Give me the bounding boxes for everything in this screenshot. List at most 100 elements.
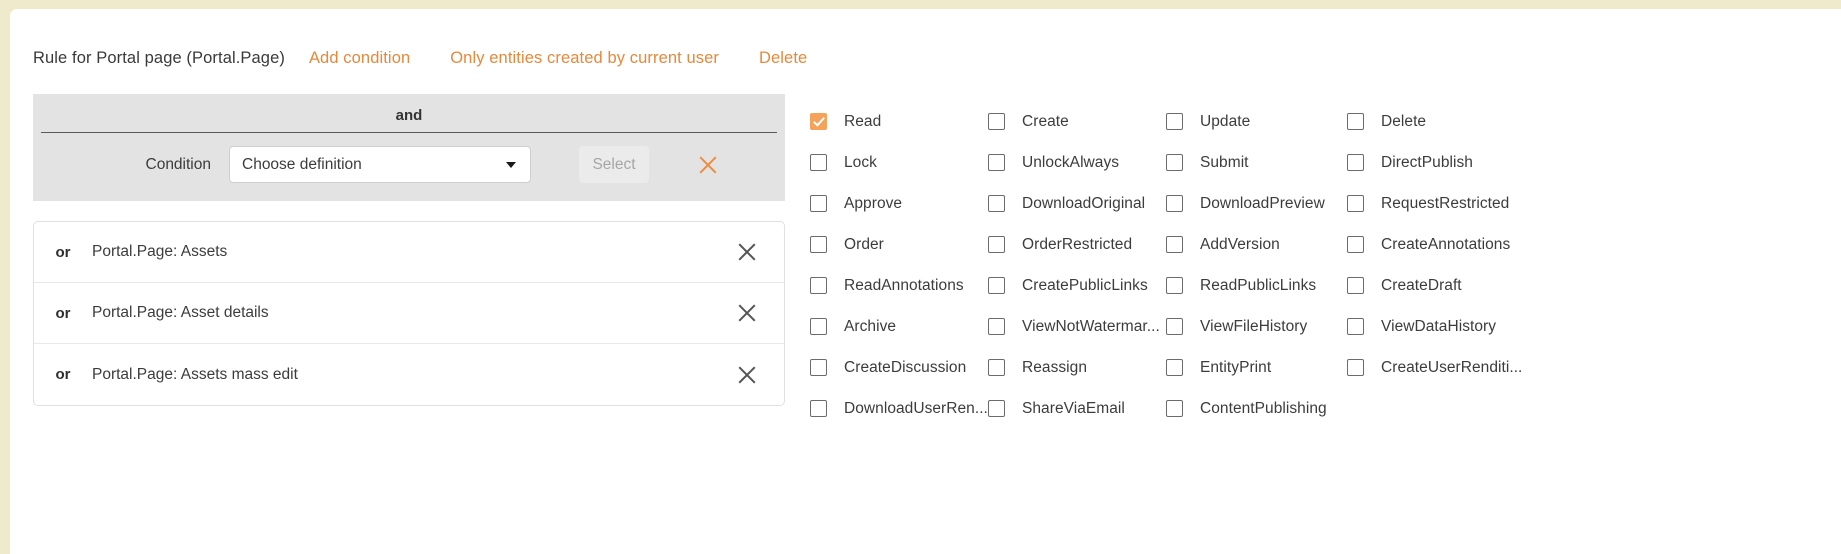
- permission-item[interactable]: RequestRestricted: [1347, 183, 1547, 224]
- checkbox-icon[interactable]: [988, 359, 1005, 376]
- permission-item[interactable]: ReadAnnotations: [810, 265, 988, 306]
- permission-item[interactable]: DirectPublish: [1347, 142, 1547, 183]
- only-entities-link[interactable]: Only entities created by current user: [450, 49, 719, 68]
- and-group-panel: and Condition Choose definition Select: [33, 94, 785, 201]
- permission-item[interactable]: Update: [1166, 101, 1347, 142]
- condition-row: Condition Choose definition Select: [33, 133, 785, 196]
- checkbox-icon[interactable]: [1166, 113, 1183, 130]
- permission-label: UnlockAlways: [1022, 153, 1120, 171]
- checkbox-icon[interactable]: [810, 359, 827, 376]
- permission-item[interactable]: ViewFileHistory: [1166, 306, 1347, 347]
- checkbox-icon[interactable]: [988, 318, 1005, 335]
- or-conditions-list: or Portal.Page: Assets or Portal.Page: A…: [33, 221, 785, 406]
- checkbox-icon[interactable]: [1347, 154, 1364, 171]
- checkbox-icon[interactable]: [1166, 195, 1183, 212]
- checkbox-icon[interactable]: [810, 277, 827, 294]
- permission-label: Order: [844, 235, 884, 253]
- permission-label: RequestRestricted: [1381, 194, 1510, 212]
- checkbox-icon[interactable]: [988, 154, 1005, 171]
- remove-or-item-icon[interactable]: [734, 362, 760, 388]
- permission-item[interactable]: CreateDraft: [1347, 265, 1547, 306]
- checkbox-icon[interactable]: [988, 113, 1005, 130]
- remove-or-item-icon[interactable]: [734, 239, 760, 265]
- checkbox-icon[interactable]: [1347, 113, 1364, 130]
- permission-item[interactable]: DownloadOriginal: [988, 183, 1166, 224]
- permission-item[interactable]: Create: [988, 101, 1166, 142]
- checkbox-icon[interactable]: [1166, 277, 1183, 294]
- permission-item[interactable]: ViewDataHistory: [1347, 306, 1547, 347]
- permission-item[interactable]: Submit: [1166, 142, 1347, 183]
- permission-item[interactable]: Delete: [1347, 101, 1547, 142]
- permission-item[interactable]: CreatePublicLinks: [988, 265, 1166, 306]
- permission-item[interactable]: CreateDiscussion: [810, 347, 988, 388]
- permission-label: ViewNotWatermar...: [1022, 317, 1160, 335]
- permission-item[interactable]: CreateUserRenditi...: [1347, 347, 1547, 388]
- checkbox-icon[interactable]: [1347, 359, 1364, 376]
- condition-label: Condition: [145, 155, 212, 173]
- or-operator-label: or: [55, 243, 71, 261]
- checkbox-icon[interactable]: [1347, 318, 1364, 335]
- permission-item[interactable]: ContentPublishing: [1166, 388, 1347, 429]
- permission-item[interactable]: Reassign: [988, 347, 1166, 388]
- or-operator-label: or: [55, 304, 71, 322]
- checkbox-icon[interactable]: [1166, 400, 1183, 417]
- checkbox-icon[interactable]: [1347, 195, 1364, 212]
- permission-item[interactable]: Approve: [810, 183, 988, 224]
- rule-header: Rule for Portal page (Portal.Page) Add c…: [33, 49, 807, 68]
- permission-item[interactable]: Read: [810, 101, 988, 142]
- permission-item[interactable]: AddVersion: [1166, 224, 1347, 265]
- checkbox-icon[interactable]: [1166, 318, 1183, 335]
- permission-label: ReadPublicLinks: [1200, 276, 1317, 294]
- page-title: Rule for Portal page (Portal.Page): [33, 49, 285, 67]
- permission-item[interactable]: Order: [810, 224, 988, 265]
- permission-label: Approve: [844, 194, 903, 212]
- permission-label: DownloadUserRen...: [844, 399, 988, 417]
- checkbox-icon[interactable]: [1166, 236, 1183, 253]
- checkbox-icon[interactable]: [1347, 277, 1364, 294]
- rule-card: Rule for Portal page (Portal.Page) Add c…: [10, 9, 1841, 554]
- permission-item[interactable]: OrderRestricted: [988, 224, 1166, 265]
- checkbox-checked-icon[interactable]: [810, 113, 827, 130]
- checkbox-icon[interactable]: [810, 154, 827, 171]
- permission-item[interactable]: CreateAnnotations: [1347, 224, 1547, 265]
- permission-item[interactable]: DownloadUserRen...: [810, 388, 988, 429]
- select-button[interactable]: Select: [579, 146, 649, 183]
- permission-label: ReadAnnotations: [844, 276, 964, 294]
- permission-label: DirectPublish: [1381, 153, 1473, 171]
- checkbox-icon[interactable]: [988, 236, 1005, 253]
- conditions-column: and Condition Choose definition Select o…: [33, 94, 785, 406]
- permission-label: CreateAnnotations: [1381, 235, 1511, 253]
- permission-label: ViewDataHistory: [1381, 317, 1497, 335]
- checkbox-icon[interactable]: [1347, 236, 1364, 253]
- checkbox-icon[interactable]: [1166, 359, 1183, 376]
- or-list-item[interactable]: or Portal.Page: Assets: [34, 222, 784, 283]
- permission-item[interactable]: EntityPrint: [1166, 347, 1347, 388]
- definition-dropdown-value: Choose definition: [242, 155, 362, 173]
- checkbox-icon[interactable]: [988, 195, 1005, 212]
- checkbox-icon[interactable]: [1166, 154, 1183, 171]
- or-item-label: Portal.Page: Assets mass edit: [92, 365, 298, 383]
- checkbox-icon[interactable]: [810, 236, 827, 253]
- permission-item[interactable]: Lock: [810, 142, 988, 183]
- or-list-item[interactable]: or Portal.Page: Assets mass edit: [34, 344, 784, 405]
- permission-label: Create: [1022, 112, 1069, 130]
- or-list-item[interactable]: or Portal.Page: Asset details: [34, 283, 784, 344]
- permission-item[interactable]: ReadPublicLinks: [1166, 265, 1347, 306]
- remove-condition-icon[interactable]: [695, 152, 721, 178]
- permission-item[interactable]: DownloadPreview: [1166, 183, 1347, 224]
- definition-dropdown[interactable]: Choose definition: [229, 146, 531, 183]
- permission-label: AddVersion: [1200, 235, 1280, 253]
- permission-item[interactable]: Archive: [810, 306, 988, 347]
- delete-rule-link[interactable]: Delete: [759, 49, 807, 68]
- checkbox-icon[interactable]: [810, 195, 827, 212]
- checkbox-icon[interactable]: [988, 277, 1005, 294]
- checkbox-icon[interactable]: [810, 400, 827, 417]
- checkbox-icon[interactable]: [988, 400, 1005, 417]
- permission-label: EntityPrint: [1200, 358, 1272, 376]
- checkbox-icon[interactable]: [810, 318, 827, 335]
- permission-item[interactable]: ViewNotWatermar...: [988, 306, 1166, 347]
- remove-or-item-icon[interactable]: [734, 300, 760, 326]
- permission-item[interactable]: UnlockAlways: [988, 142, 1166, 183]
- add-condition-link[interactable]: Add condition: [309, 49, 410, 68]
- permission-item[interactable]: ShareViaEmail: [988, 388, 1166, 429]
